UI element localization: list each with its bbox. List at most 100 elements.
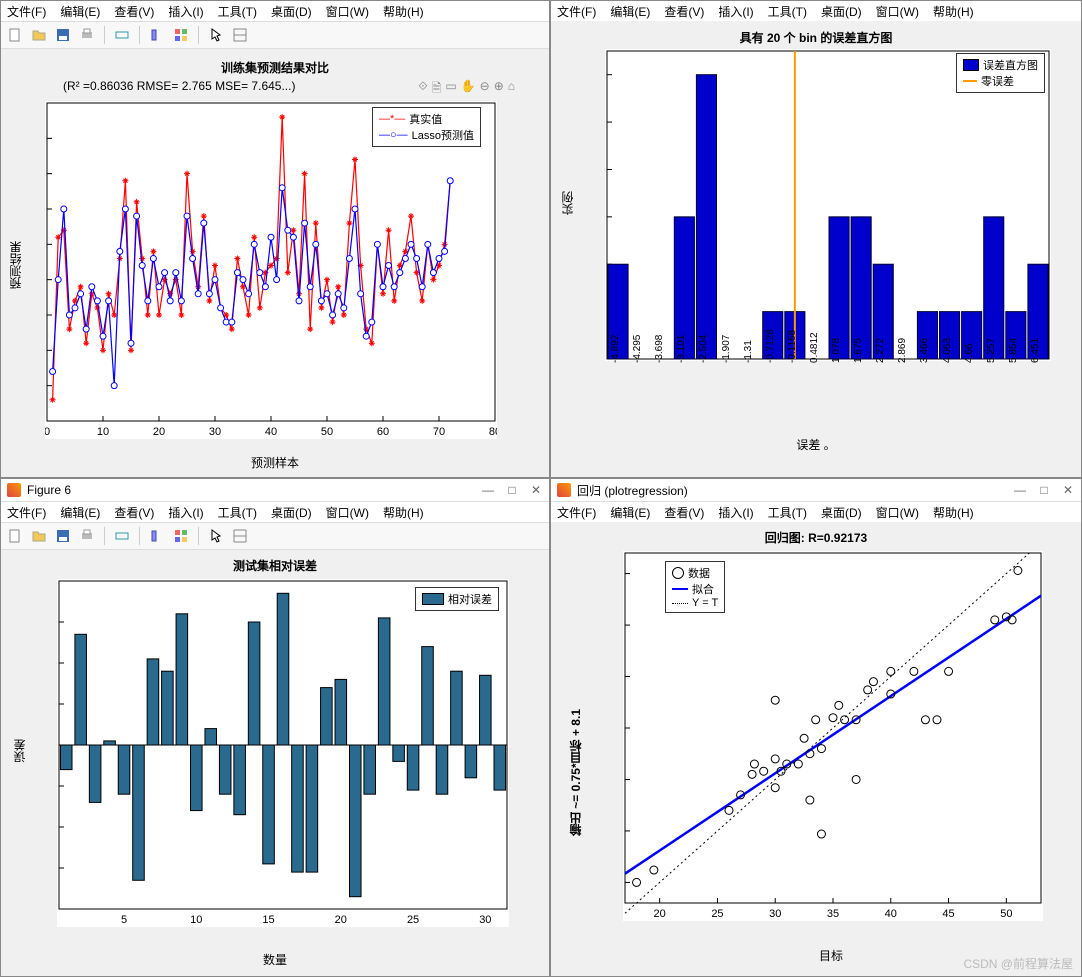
titlebar: Figure 6 — □ ✕ <box>1 479 549 502</box>
menu-help[interactable]: 帮助(H) <box>383 3 424 20</box>
xtick-label: 1.078 <box>831 338 842 363</box>
open-icon[interactable] <box>29 526 49 546</box>
menu-help[interactable]: 帮助(H) <box>933 3 974 20</box>
ylabel: 实例 <box>559 191 576 215</box>
menu-file[interactable]: 文件(F) <box>7 504 46 521</box>
close-icon[interactable]: ✕ <box>1061 483 1075 497</box>
minimize-icon[interactable]: — <box>481 483 495 497</box>
pointer-icon[interactable] <box>206 526 226 546</box>
menu-insert[interactable]: 插入(I) <box>168 504 203 521</box>
svg-text:50: 50 <box>321 426 333 438</box>
menu-edit[interactable]: 编辑(E) <box>610 504 650 521</box>
menu-help[interactable]: 帮助(H) <box>933 504 974 521</box>
legend[interactable]: 误差直方图 零误差 <box>956 53 1045 93</box>
new-icon[interactable] <box>5 25 25 45</box>
menu-insert[interactable]: 插入(I) <box>718 504 753 521</box>
svg-text:0: 0 <box>45 426 50 438</box>
new-icon[interactable] <box>5 526 25 546</box>
menu-desktop[interactable]: 桌面(D) <box>271 504 312 521</box>
menu-window[interactable]: 窗口(W) <box>326 504 369 521</box>
menu-tools[interactable]: 工具(T) <box>218 3 257 20</box>
svg-text:30: 30 <box>769 908 781 920</box>
panel-hist: 文件(F) 编辑(E) 查看(V) 插入(I) 工具(T) 桌面(D) 窗口(W… <box>550 0 1082 478</box>
menu-file[interactable]: 文件(F) <box>557 3 596 20</box>
menubar: 文件(F) 编辑(E) 查看(V) 插入(I) 工具(T) 桌面(D) 窗口(W… <box>1 1 549 21</box>
grid-icon[interactable] <box>171 526 191 546</box>
xtick-label: 5.257 <box>986 338 997 363</box>
xtick-label: 5.854 <box>1008 338 1019 363</box>
menu-tools[interactable]: 工具(T) <box>768 3 807 20</box>
menu-help[interactable]: 帮助(H) <box>383 504 424 521</box>
xtick-label: -3.698 <box>654 335 665 363</box>
toolbar <box>1 21 549 49</box>
svg-text:20: 20 <box>153 426 165 438</box>
menu-edit[interactable]: 编辑(E) <box>60 504 100 521</box>
xtick-label: 4.66 <box>964 344 975 363</box>
dock-icon[interactable] <box>147 25 167 45</box>
menu-tools[interactable]: 工具(T) <box>218 504 257 521</box>
svg-text:80: 80 <box>489 426 497 438</box>
menu-edit[interactable]: 编辑(E) <box>610 3 650 20</box>
menu-window[interactable]: 窗口(W) <box>876 3 919 20</box>
print-icon[interactable] <box>77 526 97 546</box>
svg-text:20: 20 <box>335 914 347 926</box>
figure-grid: 文件(F) 编辑(E) 查看(V) 插入(I) 工具(T) 桌面(D) 窗口(W… <box>0 0 1082 977</box>
svg-text:40: 40 <box>265 426 277 438</box>
minimize-icon[interactable]: — <box>1013 483 1027 497</box>
menu-view[interactable]: 查看(V) <box>664 3 704 20</box>
menu-desktop[interactable]: 桌面(D) <box>821 3 862 20</box>
print-icon[interactable] <box>77 25 97 45</box>
ylabel: 预测结果 <box>7 241 24 289</box>
axes-hist[interactable]: 0123456 <box>605 49 1051 361</box>
grid-icon[interactable] <box>171 25 191 45</box>
inspect-icon[interactable] <box>230 25 250 45</box>
menu-insert[interactable]: 插入(I) <box>168 3 203 20</box>
menu-view[interactable]: 查看(V) <box>114 3 154 20</box>
inspect-icon[interactable] <box>230 526 250 546</box>
matlab-icon <box>7 483 21 497</box>
axes-relerr[interactable]: -0.2-0.15-0.1-0.0500.050.10.150.25101520… <box>57 579 509 927</box>
svg-text:30: 30 <box>479 914 491 926</box>
legend[interactable]: —*—真实值 —○—Lasso预测值 <box>372 107 481 147</box>
menu-desktop[interactable]: 桌面(D) <box>821 504 862 521</box>
menu-edit[interactable]: 编辑(E) <box>60 3 100 20</box>
xtick-label: 4.063 <box>942 338 953 363</box>
link-icon[interactable] <box>112 25 132 45</box>
menu-view[interactable]: 查看(V) <box>114 504 154 521</box>
pointer-icon[interactable] <box>206 25 226 45</box>
link-icon[interactable] <box>112 526 132 546</box>
xtick-label: -2.504 <box>698 335 709 363</box>
open-icon[interactable] <box>29 25 49 45</box>
menu-desktop[interactable]: 桌面(D) <box>271 3 312 20</box>
titlebar: 回归 (plotregression) — □ ✕ <box>551 479 1081 502</box>
legend-zero: 零误差 <box>981 73 1014 89</box>
menu-window[interactable]: 窗口(W) <box>876 504 919 521</box>
xlabel: 数量 <box>1 951 549 968</box>
menu-file[interactable]: 文件(F) <box>557 504 596 521</box>
maximize-icon[interactable]: □ <box>1037 483 1051 497</box>
svg-text:25: 25 <box>407 914 419 926</box>
xtick-label: 2.869 <box>897 338 908 363</box>
chart-title: 回归图: R=0.92173 <box>551 529 1081 546</box>
watermark: CSDN @前程算法屋 <box>963 955 1073 972</box>
chart-title: 具有 20 个 bin 的误差直方图 <box>551 29 1081 46</box>
save-icon[interactable] <box>53 526 73 546</box>
menu-file[interactable]: 文件(F) <box>7 3 46 20</box>
legend[interactable]: 相对误差 <box>415 587 499 611</box>
legend-relerr: 相对误差 <box>448 591 492 607</box>
menubar: 文件(F) 编辑(E) 查看(V) 插入(I) 工具(T) 桌面(D) 窗口(W… <box>1 502 549 522</box>
xtick-label: 0.4812 <box>809 332 820 363</box>
menu-view[interactable]: 查看(V) <box>664 504 704 521</box>
save-icon[interactable] <box>53 25 73 45</box>
menu-window[interactable]: 窗口(W) <box>326 3 369 20</box>
menu-tools[interactable]: 工具(T) <box>768 504 807 521</box>
legend-yt: Y = T <box>692 597 718 609</box>
maximize-icon[interactable]: □ <box>505 483 519 497</box>
toolbar <box>1 522 549 550</box>
menu-insert[interactable]: 插入(I) <box>718 3 753 20</box>
legend[interactable]: 数据 拟合 Y = T <box>665 561 725 613</box>
axes-train[interactable]: 0102030405060708015202530354045505560 <box>45 101 497 439</box>
xlabel: 预测样本 <box>1 454 549 471</box>
close-icon[interactable]: ✕ <box>529 483 543 497</box>
dock-icon[interactable] <box>147 526 167 546</box>
